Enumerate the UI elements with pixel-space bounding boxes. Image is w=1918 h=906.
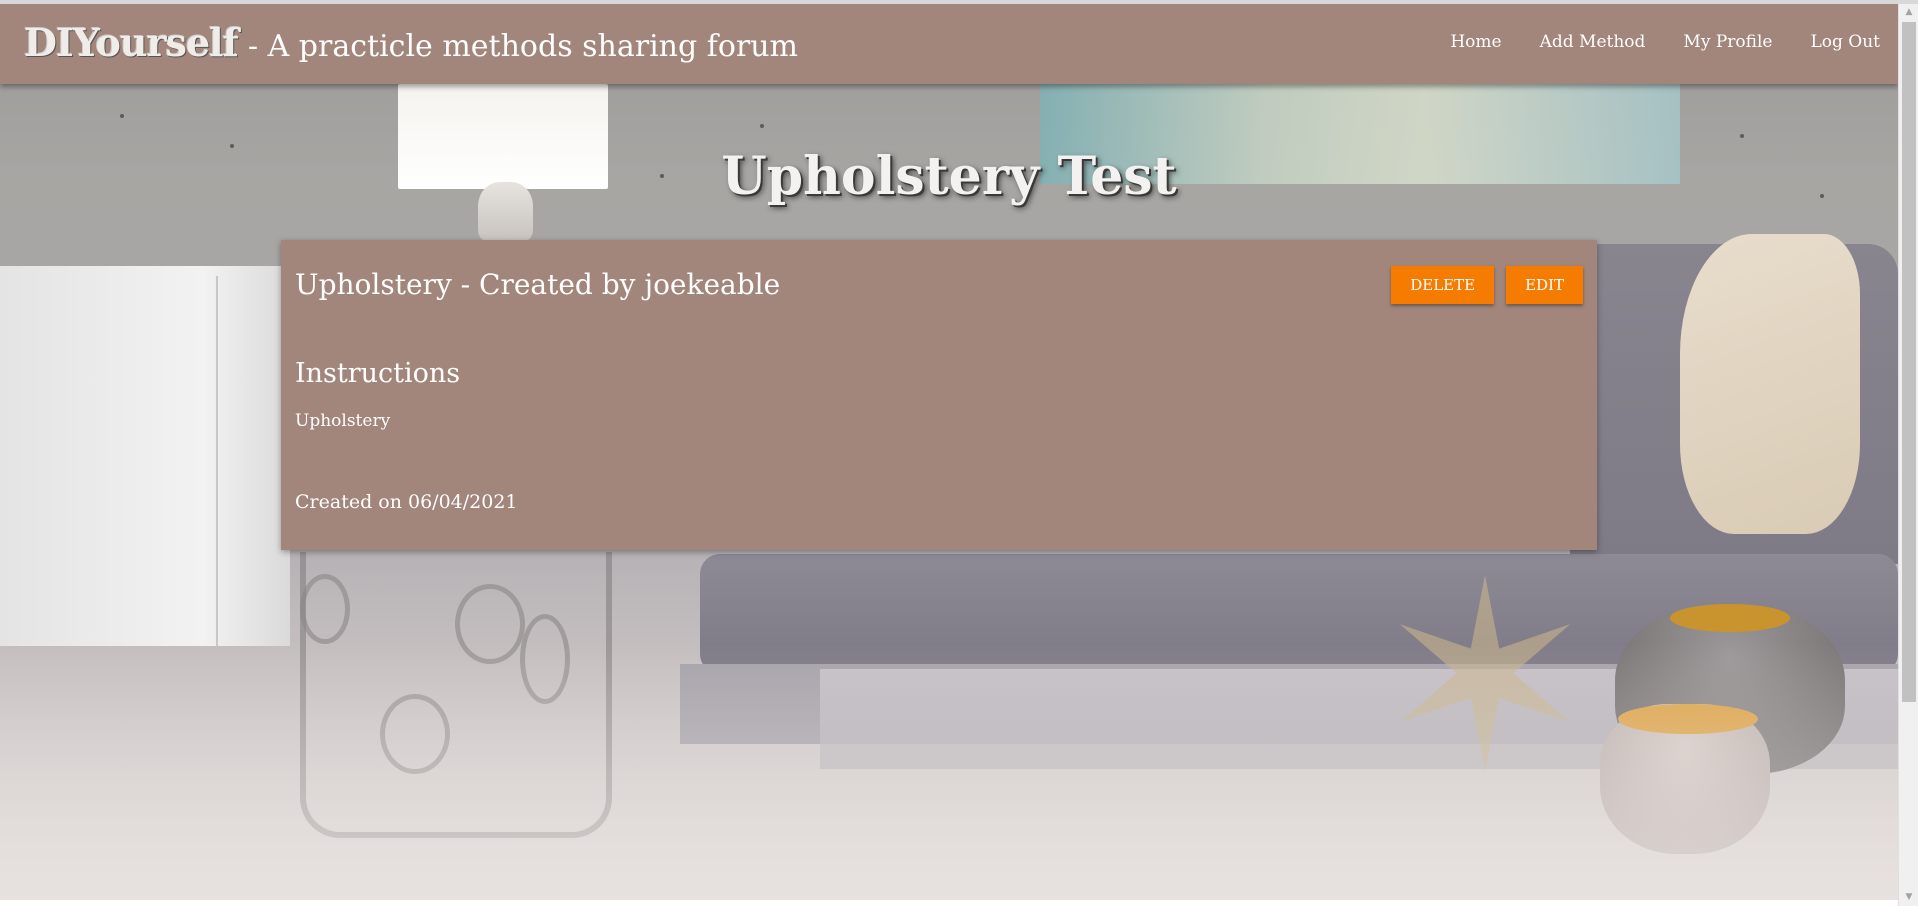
brand-logo-text[interactable]: DIYourself: [24, 20, 239, 65]
page-bottom-strip: [0, 900, 1898, 906]
cabinet-edge: [216, 276, 218, 646]
page-viewport: ✶ DIYourself - A practicle methods shari…: [0, 4, 1898, 906]
vertical-scrollbar[interactable]: ▲ ▼: [1898, 4, 1918, 906]
instructions-heading: Instructions: [295, 358, 461, 389]
nav-link-home[interactable]: Home: [1450, 32, 1501, 52]
card-actions: DELETE EDIT: [1391, 266, 1583, 304]
instructions-text: Upholstery: [295, 411, 391, 431]
side-table-ring: [300, 574, 350, 644]
triangle-down-icon[interactable]: ▼: [1899, 889, 1918, 906]
background-fade: [0, 644, 1898, 906]
scrollbar-thumb[interactable]: [1902, 22, 1916, 702]
wall-fleck: [120, 114, 124, 118]
edit-button[interactable]: EDIT: [1506, 266, 1583, 304]
delete-button[interactable]: DELETE: [1391, 266, 1495, 304]
nav-link-my-profile[interactable]: My Profile: [1683, 32, 1772, 52]
nav-link-log-out[interactable]: Log Out: [1810, 32, 1880, 52]
triangle-up-icon[interactable]: ▲: [1899, 4, 1918, 21]
nav-link-add-method[interactable]: Add Method: [1540, 32, 1646, 52]
wall-fleck: [760, 124, 764, 128]
created-date: Created on 06/04/2021: [295, 491, 518, 513]
method-title: Upholstery - Created by joekeable: [295, 268, 781, 301]
page-title: Upholstery Test: [721, 146, 1177, 207]
method-card: Upholstery - Created by joekeable DELETE…: [281, 240, 1597, 550]
brand[interactable]: DIYourself - A practicle methods sharing…: [24, 20, 798, 70]
wall-fleck: [1740, 134, 1744, 138]
brand-tagline: - A practicle methods sharing forum: [247, 29, 798, 64]
blanket: [1680, 234, 1860, 534]
grey-vase-rim: [1670, 604, 1790, 632]
white-cabinet: [0, 266, 290, 646]
top-navbar: DIYourself - A practicle methods sharing…: [0, 4, 1898, 84]
nav-links: Home Add Method My Profile Log Out: [1450, 32, 1880, 52]
